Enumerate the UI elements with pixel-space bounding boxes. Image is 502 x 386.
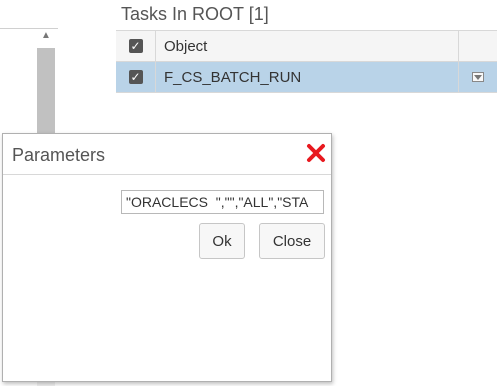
tasks-title: Tasks In ROOT [1]	[121, 4, 269, 24]
row-checkbox[interactable]: ✓	[128, 70, 143, 84]
select-all-checkbox[interactable]: ✓	[128, 39, 143, 53]
scroll-up-icon[interactable]: ▲	[37, 26, 55, 44]
parameters-input[interactable]	[121, 190, 324, 214]
row-menu-dropdown-icon[interactable]	[472, 72, 484, 82]
dialog-header: Parameters	[3, 134, 331, 175]
tasks-table-header: ✓ Object	[116, 30, 497, 62]
object-column-header[interactable]: Object	[156, 31, 459, 61]
close-button[interactable]: Close	[259, 223, 325, 259]
row-select-cell[interactable]: ✓	[116, 62, 156, 92]
row-object-name: F_CS_BATCH_RUN	[156, 62, 459, 92]
ok-button[interactable]: Ok	[199, 223, 245, 259]
page: ▲ Tasks In ROOT [1] ✓ Object ✓ F_CS_BATC…	[0, 0, 502, 386]
header-select-all-cell[interactable]: ✓	[116, 31, 156, 61]
tasks-table: ✓ Object ✓ F_CS_BATCH_RUN	[116, 30, 497, 93]
close-x-icon[interactable]	[305, 142, 327, 164]
row-action-cell[interactable]	[459, 62, 497, 92]
parameters-dialog: Parameters Ok Close	[2, 133, 332, 382]
header-action-cell	[459, 31, 497, 61]
dialog-title: Parameters	[12, 145, 106, 165]
table-row[interactable]: ✓ F_CS_BATCH_RUN	[116, 62, 497, 93]
